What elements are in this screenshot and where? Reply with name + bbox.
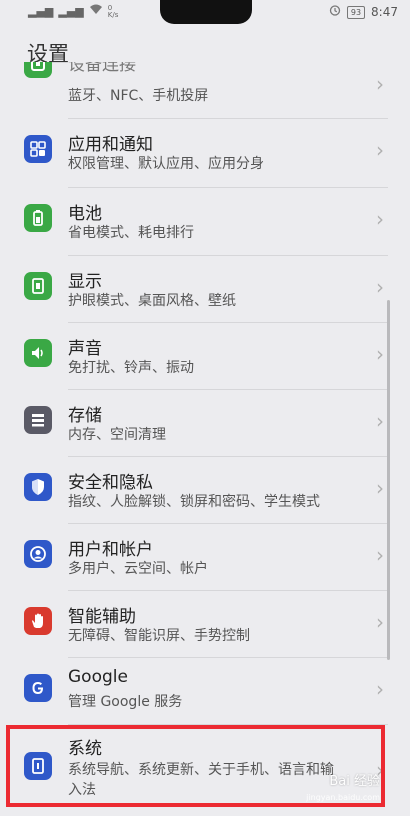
item-title: 用户和帐户 [68, 540, 153, 560]
chevron-right-icon: › [376, 72, 384, 96]
divider [68, 657, 388, 658]
clock: 8:47 [371, 5, 398, 19]
divider [68, 590, 388, 591]
chevron-right-icon: › [376, 476, 384, 500]
network-speed-unit: K/s [107, 10, 119, 19]
user-icon [24, 540, 52, 568]
item-subtitle: 护眼模式、桌面风格、壁纸 [68, 293, 236, 309]
battery-icon [24, 204, 52, 232]
item-title: 安全和隐私 [68, 473, 153, 493]
item-title: 应用和通知 [68, 135, 153, 155]
divider [68, 187, 388, 188]
divider [68, 724, 388, 725]
settings-item-storage[interactable]: 存储 内存、空间清理 › [0, 391, 410, 458]
apps-icon [24, 135, 52, 163]
google-icon [24, 674, 52, 702]
item-subtitle: 免打扰、铃声、振动 [68, 360, 194, 376]
shield-icon [24, 473, 52, 501]
item-subtitle: 蓝牙、NFC、手机投屏 [68, 88, 209, 104]
wifi-icon [89, 4, 103, 19]
sound-icon [24, 339, 52, 367]
item-subtitle: 多用户、云空间、帐户 [68, 561, 208, 577]
watermark-brand: Bai 经验 [329, 774, 380, 789]
signal-icon-2: ▂▄▆ [58, 4, 84, 18]
storage-icon [24, 406, 52, 434]
watermark-url: jingyan.baidu.com [306, 793, 380, 802]
settings-item-device-connection[interactable]: 设备连接 蓝牙、NFC、手机投屏 › [0, 62, 410, 106]
divider [68, 118, 388, 119]
item-subtitle: 省电模式、耗电排行 [68, 225, 194, 241]
chevron-right-icon: › [376, 409, 384, 433]
settings-item-security-privacy[interactable]: 安全和隐私 指纹、人脸解锁、锁屏和密码、学生模式 › [0, 458, 410, 525]
divider [68, 456, 388, 457]
item-subtitle: 无障碍、智能识屏、手势控制 [68, 628, 250, 644]
camera-notch [160, 0, 252, 24]
item-subtitle: 管理 Google 服务 [68, 694, 183, 710]
display-icon [24, 272, 52, 300]
chevron-right-icon: › [376, 207, 384, 231]
item-title: Google [68, 667, 128, 687]
chevron-right-icon: › [376, 342, 384, 366]
item-title: 存储 [68, 406, 102, 426]
settings-item-smart-assist[interactable]: 智能辅助 无障碍、智能识屏、手势控制 › [0, 592, 410, 659]
chevron-right-icon: › [376, 677, 384, 701]
alarm-icon [329, 4, 341, 20]
item-title: 系统 [68, 739, 102, 759]
scrollbar[interactable] [387, 300, 390, 660]
item-subtitle: 系统导航、系统更新、关于手机、语言和输入法 [68, 762, 334, 798]
battery-indicator: 93 [346, 5, 366, 19]
hand-icon [24, 607, 52, 635]
item-subtitle: 权限管理、默认应用、应用分身 [68, 156, 264, 172]
status-bar: ▂▄▆ ▂▄▆ 0 K/s 93 8:47 [0, 0, 410, 28]
system-icon [24, 752, 52, 780]
network-speed: 0 K/s [107, 4, 119, 19]
chevron-right-icon: › [376, 543, 384, 567]
item-title: 声音 [68, 339, 102, 359]
chevron-right-icon: › [376, 610, 384, 634]
divider [68, 523, 388, 524]
device-connect-icon [24, 62, 52, 78]
settings-item-google[interactable]: Google 管理 Google 服务 › [0, 659, 410, 726]
chevron-right-icon: › [376, 138, 384, 162]
item-subtitle: 指纹、人脸解锁、锁屏和密码、学生模式 [68, 494, 320, 510]
divider [68, 389, 388, 390]
divider [68, 255, 388, 256]
settings-item-display[interactable]: 显示 护眼模式、桌面风格、壁纸 › [0, 257, 410, 324]
status-left: ▂▄▆ ▂▄▆ 0 K/s [28, 4, 118, 19]
settings-item-sound[interactable]: 声音 免打扰、铃声、振动 › [0, 324, 410, 391]
item-title: 电池 [68, 204, 102, 224]
settings-item-users-accounts[interactable]: 用户和帐户 多用户、云空间、帐户 › [0, 525, 410, 592]
phone-screen: ▂▄▆ ▂▄▆ 0 K/s 93 8:47 设置 设备连接 蓝牙、NFC、手机投… [0, 0, 410, 816]
item-title: 显示 [68, 272, 102, 292]
status-right: 93 8:47 [329, 4, 398, 20]
signal-icon: ▂▄▆ [28, 4, 54, 18]
item-title: 设备连接 [68, 62, 136, 75]
divider [68, 322, 388, 323]
settings-item-apps[interactable]: 应用和通知 权限管理、默认应用、应用分身 › [0, 120, 410, 187]
item-title: 智能辅助 [68, 607, 136, 627]
settings-item-battery[interactable]: 电池 省电模式、耗电排行 › [0, 189, 410, 256]
chevron-right-icon: › [376, 275, 384, 299]
item-subtitle: 内存、空间清理 [68, 427, 166, 443]
